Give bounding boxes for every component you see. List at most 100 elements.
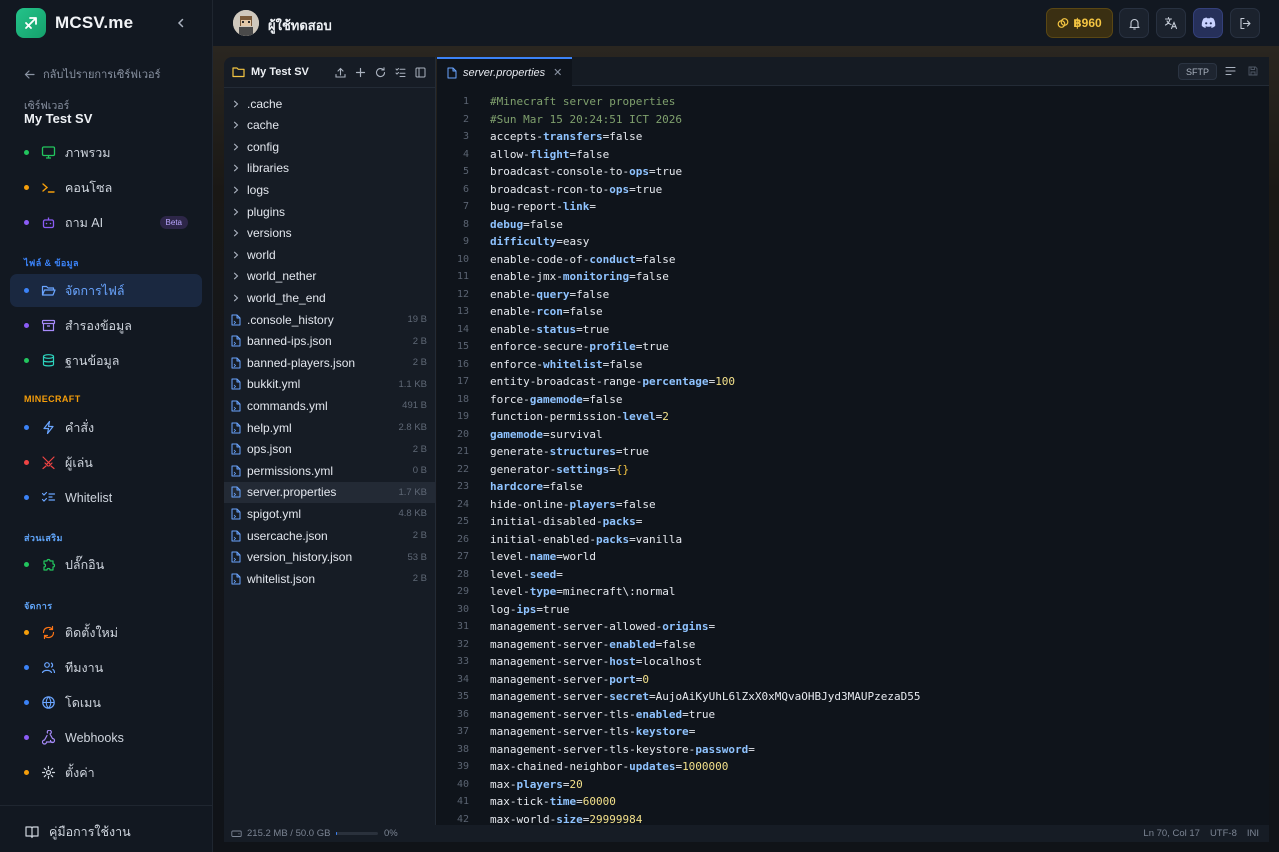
code-line[interactable]: 26 initial-enabled-packs=vanilla (437, 531, 1257, 549)
code-line[interactable]: 19 function-permission-level=2 (437, 408, 1257, 426)
file-item[interactable]: help.yml 2.8 KB (224, 417, 436, 438)
code-line[interactable]: 13 enable-rcon=false (437, 303, 1257, 321)
code-line[interactable]: 2 #Sun Mar 15 20:24:51 ICT 2026 (437, 111, 1257, 129)
file-item[interactable]: ops.json 2 B (224, 439, 436, 460)
sidebar-item-reinstall[interactable]: ติดตั้งใหม่ (10, 616, 202, 649)
code-line[interactable]: 3 accepts-transfers=false (437, 128, 1257, 146)
refresh-icon[interactable] (373, 65, 388, 80)
select-list-icon[interactable] (393, 65, 408, 80)
code-line[interactable]: 27 level-name=world (437, 548, 1257, 566)
sidebar-item-overview[interactable]: ภาพรวม (10, 136, 202, 169)
brand[interactable]: MCSV.me (16, 8, 133, 38)
file-item[interactable]: spigot.yml 4.8 KB (224, 503, 436, 524)
code-line[interactable]: 9 difficulty=easy (437, 233, 1257, 251)
save-icon[interactable] (1246, 64, 1260, 78)
code-line[interactable]: 23 hardcore=false (437, 478, 1257, 496)
sidebar-item-webhooks[interactable]: Webhooks (10, 721, 202, 754)
sidebar-item-backup[interactable]: สำรองข้อมูล (10, 309, 202, 342)
code-line[interactable]: 17 entity-broadcast-range-percentage=100 (437, 373, 1257, 391)
user-manual-link[interactable]: คู่มือการใช้งาน (24, 822, 131, 842)
file-item[interactable]: version_history.json 53 B (224, 547, 436, 568)
code-line[interactable]: 40 max-players=20 (437, 776, 1257, 794)
sidebar-item-domain[interactable]: โดเมน (10, 686, 202, 719)
code-line[interactable]: 25 initial-disabled-packs= (437, 513, 1257, 531)
folder-item[interactable]: versions (224, 223, 436, 244)
upload-icon[interactable] (333, 65, 348, 80)
folder-item[interactable]: world (224, 244, 436, 265)
collapse-sidebar-chevron-icon[interactable] (172, 14, 190, 32)
file-item[interactable]: commands.yml 491 B (224, 395, 436, 416)
word-wrap-icon[interactable] (1223, 64, 1237, 78)
code-line[interactable]: 12 enable-query=false (437, 286, 1257, 304)
logout-button[interactable] (1230, 8, 1260, 38)
sidebar-item-commands[interactable]: คำสั่ง (10, 411, 202, 444)
sidebar-item-file-manager[interactable]: จัดการไฟล์ (10, 274, 202, 307)
folder-item[interactable]: logs (224, 179, 436, 200)
code-line[interactable]: 20 gamemode=survival (437, 426, 1257, 444)
avatar[interactable] (233, 10, 259, 36)
code-line[interactable]: 31 management-server-allowed-origins= (437, 618, 1257, 636)
tab-server-properties[interactable]: server.properties ✕ (437, 57, 572, 86)
close-tab-icon[interactable]: ✕ (553, 66, 562, 79)
code-area[interactable]: 1 #Minecraft server properties 2 #Sun Mar 1… (437, 93, 1269, 826)
sidebar-item-database[interactable]: ฐานข้อมูล (10, 344, 202, 377)
coin-balance-button[interactable]: ฿960 (1046, 8, 1113, 38)
sidebar-item-console[interactable]: คอนโซล (10, 171, 202, 204)
code-line[interactable]: 35 management-server-secret=AujoAiKyUhL6l… (437, 688, 1257, 706)
file-item[interactable]: banned-ips.json 2 B (224, 331, 436, 352)
code-line[interactable]: 28 level-seed= (437, 566, 1257, 584)
file-item[interactable]: banned-players.json 2 B (224, 352, 436, 373)
code-line[interactable]: 8 debug=false (437, 216, 1257, 234)
code-line[interactable]: 24 hide-online-players=false (437, 496, 1257, 514)
notifications-button[interactable] (1119, 8, 1149, 38)
code-line[interactable]: 18 force-gamemode=false (437, 391, 1257, 409)
panel-toggle-icon[interactable] (413, 65, 428, 80)
code-line[interactable]: 36 management-server-tls-enabled=true (437, 706, 1257, 724)
folder-item[interactable]: world_nether (224, 266, 436, 287)
folder-item[interactable]: .cache (224, 93, 436, 114)
sidebar-item-team[interactable]: ทีมงาน (10, 651, 202, 684)
folder-item[interactable]: config (224, 136, 436, 157)
folder-item[interactable]: plugins (224, 201, 436, 222)
folder-item[interactable]: libraries (224, 158, 436, 179)
sidebar-item-settings[interactable]: ตั้งค่า (10, 756, 202, 789)
code-line[interactable]: 30 log-ips=true (437, 601, 1257, 619)
editor-scrollbar[interactable] (1260, 93, 1266, 693)
file-item[interactable]: whitelist.json 2 B (224, 568, 436, 589)
code-line[interactable]: 38 management-server-tls-keystore-passwor… (437, 741, 1257, 759)
sidebar-item-ask-ai[interactable]: ถาม AI Beta (10, 206, 202, 239)
code-line[interactable]: 11 enable-jmx-monitoring=false (437, 268, 1257, 286)
code-line[interactable]: 14 enable-status=true (437, 321, 1257, 339)
file-item[interactable]: usercache.json 2 B (224, 525, 436, 546)
code-line[interactable]: 1 #Minecraft server properties (437, 93, 1257, 111)
folder-item[interactable]: world_the_end (224, 287, 436, 308)
sftp-button[interactable]: SFTP (1178, 63, 1218, 80)
code-line[interactable]: 32 management-server-enabled=false (437, 636, 1257, 654)
code-line[interactable]: 34 management-server-port=0 (437, 671, 1257, 689)
code-line[interactable]: 10 enable-code-of-conduct=false (437, 251, 1257, 269)
plus-icon[interactable] (353, 65, 368, 80)
file-item[interactable]: .console_history 19 B (224, 309, 436, 330)
code-line[interactable]: 33 management-server-host=localhost (437, 653, 1257, 671)
code-line[interactable]: 22 generator-settings={} (437, 461, 1257, 479)
sidebar-item-players[interactable]: ผู้เล่น (10, 446, 202, 479)
discord-button[interactable] (1193, 8, 1223, 38)
code-line[interactable]: 4 allow-flight=false (437, 146, 1257, 164)
code-line[interactable]: 39 max-chained-neighbor-updates=1000000 (437, 758, 1257, 776)
file-item[interactable]: server.properties 1.7 KB (224, 481, 436, 503)
code-line[interactable]: 5 broadcast-console-to-ops=true (437, 163, 1257, 181)
code-line[interactable]: 16 enforce-whitelist=false (437, 356, 1257, 374)
sidebar-item-plugins[interactable]: ปลั๊กอิน (10, 548, 202, 581)
back-to-servers-link[interactable]: กลับไปรายการเซิร์ฟเวอร์ (24, 65, 161, 83)
code-line[interactable]: 7 bug-report-link= (437, 198, 1257, 216)
code-line[interactable]: 41 max-tick-time=60000 (437, 793, 1257, 811)
file-item[interactable]: bukkit.yml 1.1 KB (224, 374, 436, 395)
code-line[interactable]: 37 management-server-tls-keystore= (437, 723, 1257, 741)
language-button[interactable] (1156, 8, 1186, 38)
sidebar-item-whitelist[interactable]: Whitelist (10, 481, 202, 514)
folder-item[interactable]: cache (224, 115, 436, 136)
code-line[interactable]: 6 broadcast-rcon-to-ops=true (437, 181, 1257, 199)
code-line[interactable]: 21 generate-structures=true (437, 443, 1257, 461)
file-item[interactable]: permissions.yml 0 B (224, 460, 436, 481)
code-line[interactable]: 29 level-type=minecraft\:normal (437, 583, 1257, 601)
